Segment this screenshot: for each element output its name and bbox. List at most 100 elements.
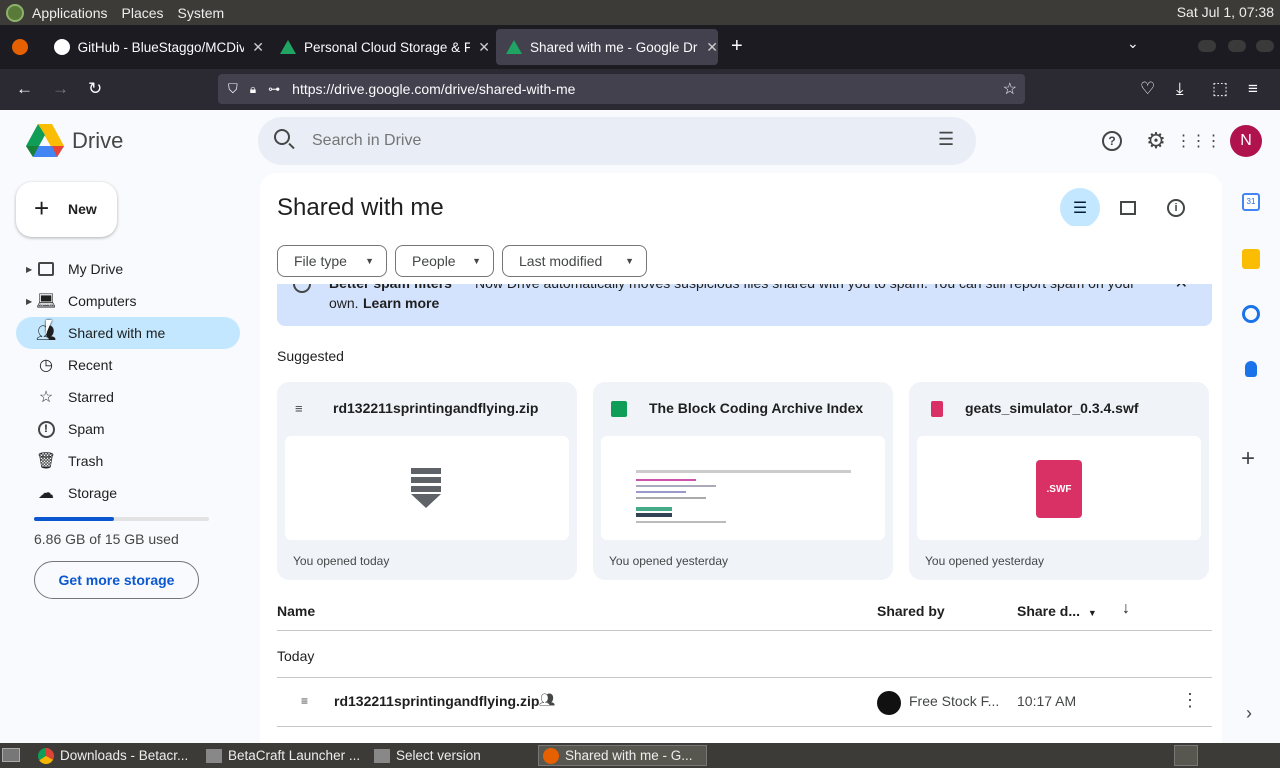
back-arrow-icon[interactable]: ← xyxy=(16,80,33,98)
plus-icon: + xyxy=(34,193,50,223)
shield-icon[interactable]: ⛉ xyxy=(228,81,238,97)
help-button[interactable]: ? xyxy=(1092,121,1132,161)
add-addon-plus-icon[interactable]: + xyxy=(1241,445,1255,473)
tab-shared-with-me[interactable]: Shared with me - Google Dr ✕ xyxy=(496,29,718,65)
drive-logo[interactable]: Drive xyxy=(26,124,136,158)
my-drive-icon xyxy=(36,259,56,279)
show-desktop-icon[interactable] xyxy=(2,748,20,762)
clock[interactable]: Sat Jul 1, 07:38 xyxy=(1177,4,1274,20)
search-bar[interactable]: ☰ xyxy=(258,117,976,165)
search-input[interactable] xyxy=(312,129,912,153)
close-icon[interactable]: ✕ xyxy=(478,39,490,56)
chip-label: File type xyxy=(294,253,347,269)
account-avatar[interactable]: N xyxy=(1230,125,1262,157)
suggested-card[interactable]: ≡ rd132211sprintingandflying.zip You ope… xyxy=(277,382,577,580)
people-filter[interactable]: People ▼ xyxy=(395,245,494,277)
tasks-icon[interactable] xyxy=(1242,305,1260,323)
hamburger-menu-icon[interactable]: ≡ xyxy=(1248,80,1258,98)
settings-button[interactable]: ⚙ xyxy=(1136,121,1176,161)
tab-github[interactable]: GitHub - BlueStaggo/MCDiv ✕ xyxy=(44,29,264,65)
keep-icon[interactable] xyxy=(1242,249,1260,269)
expand-caret-icon[interactable]: ▶ xyxy=(26,265,32,274)
close-icon[interactable]: ✕ xyxy=(252,39,264,56)
system-menu[interactable]: System xyxy=(178,5,225,21)
learn-more-link[interactable]: Learn more xyxy=(363,295,439,311)
sidebar-item-spam[interactable]: ! Spam xyxy=(16,413,240,445)
dropdown-arrow-icon: ▼ xyxy=(625,256,634,266)
tab-title: Personal Cloud Storage & Fi xyxy=(304,39,471,55)
window-maximize-button[interactable] xyxy=(1228,40,1246,52)
sheets-icon xyxy=(611,401,627,417)
expand-caret-icon[interactable]: ▶ xyxy=(26,297,32,306)
window-minimize-button[interactable] xyxy=(1198,40,1216,52)
file-type-filter[interactable]: File type ▼ xyxy=(277,245,387,277)
get-more-storage-button[interactable]: Get more storage xyxy=(34,561,199,599)
downloads-icon[interactable]: ⤓ xyxy=(1176,80,1184,98)
apps-button[interactable]: ⋮⋮⋮ xyxy=(1176,121,1222,161)
filter-button[interactable]: ☰ xyxy=(1060,188,1100,228)
lock-icon[interactable]: 🔒︎ xyxy=(250,82,256,97)
name-column-header[interactable]: Name xyxy=(277,603,315,619)
sidebar-item-storage[interactable]: ☁︎ Storage xyxy=(16,477,240,509)
forward-arrow-icon[interactable]: → xyxy=(52,80,69,98)
suggested-card[interactable]: geats_simulator_0.3.4.swf .SWF You opene… xyxy=(909,382,1209,580)
search-icon[interactable] xyxy=(274,129,290,145)
url-text[interactable]: https://drive.google.com/drive/shared-wi… xyxy=(292,81,575,97)
computers-icon: 💻︎ xyxy=(35,293,57,310)
new-button[interactable]: + New xyxy=(16,182,117,237)
dropdown-arrow-icon: ▼ xyxy=(365,256,374,266)
places-menu[interactable]: Places xyxy=(122,5,164,21)
filter-icon: ☰ xyxy=(1072,200,1088,217)
taskbar-item-title: Select version xyxy=(396,748,481,763)
drive-app: Drive ☰ ? ⚙ ⋮⋮⋮ N + New ▶ My Drive ▶ 💻︎ … xyxy=(0,110,1280,743)
sidebar-item-starred[interactable]: ☆ Starred xyxy=(16,381,240,413)
drive-logo-text: Drive xyxy=(72,128,124,153)
new-tab-plus-icon[interactable]: + xyxy=(731,35,743,58)
taskbar-item-downloads[interactable]: Downloads - Betacr... xyxy=(38,745,203,766)
calendar-icon[interactable]: 31 xyxy=(1242,193,1260,211)
list-tabs-chevron-icon[interactable]: ⌄ xyxy=(1127,35,1139,52)
close-icon[interactable]: ✕ xyxy=(706,39,718,56)
shared-by-column-header[interactable]: Shared by xyxy=(877,603,945,619)
grid-view-button[interactable] xyxy=(1108,188,1148,228)
details-button[interactable]: i xyxy=(1156,188,1196,228)
tab-personal-cloud[interactable]: Personal Cloud Storage & Fi ✕ xyxy=(270,29,490,65)
firefox-view-icon[interactable] xyxy=(12,39,28,55)
sort-arrow-icon[interactable]: ↓ xyxy=(1122,600,1130,618)
sidebar-item-my-drive[interactable]: ▶ My Drive xyxy=(16,253,240,285)
contacts-icon[interactable] xyxy=(1245,361,1257,377)
url-bar[interactable]: ⛉ 🔒︎ ⊶ https://drive.google.com/drive/sh… xyxy=(218,74,1025,104)
dropdown-arrow-icon: ▼ xyxy=(1087,608,1097,618)
divider xyxy=(277,726,1212,727)
pocket-icon[interactable]: ♡ xyxy=(1140,80,1155,98)
taskbar-item-betacraft[interactable]: BetaCraft Launcher ... xyxy=(206,745,371,766)
applications-menu[interactable]: Applications xyxy=(32,5,108,21)
table-row[interactable]: ≡ rd132211sprintingandflying.zip 👥︎ Free… xyxy=(277,678,1212,726)
storage-used-text: 6.86 GB of 15 GB used xyxy=(34,531,179,547)
taskbar-item-firefox[interactable]: Shared with me - G... xyxy=(538,745,707,766)
share-date-column-header[interactable]: Share d... ▼ xyxy=(1017,603,1097,619)
firefox-tray-icon[interactable] xyxy=(1174,745,1198,766)
file-thumbnail: .SWF xyxy=(917,436,1201,540)
sidebar-item-label: Storage xyxy=(68,485,118,501)
storage-bar-fill xyxy=(34,517,114,521)
window-close-button[interactable] xyxy=(1256,40,1274,52)
reload-icon[interactable]: ↻ xyxy=(88,80,102,98)
extensions-icon[interactable]: ⬚ xyxy=(1212,80,1228,98)
taskbar-item-select-version[interactable]: Select version xyxy=(374,745,539,766)
bookmark-star-icon[interactable]: ☆ xyxy=(1003,79,1017,99)
expand-panel-chevron-icon[interactable]: › xyxy=(1246,703,1252,724)
sidebar-item-trash[interactable]: 🗑︎ Trash xyxy=(16,445,240,477)
suggested-card-title: The Block Coding Archive Index xyxy=(649,400,864,416)
search-options-icon[interactable]: ☰ xyxy=(938,129,954,150)
last-modified-filter[interactable]: Last modified ▼ xyxy=(502,245,647,277)
storage-bar xyxy=(34,517,209,521)
system-logo-icon[interactable] xyxy=(6,3,24,22)
sidebar-item-recent[interactable]: ◷ Recent xyxy=(16,349,240,381)
get-more-storage-label: Get more storage xyxy=(58,572,175,588)
permissions-icon[interactable]: ⊶ xyxy=(268,82,280,96)
more-actions-icon[interactable]: ⋮ xyxy=(1181,690,1199,711)
suggested-card[interactable]: The Block Coding Archive Index You opene… xyxy=(593,382,893,580)
sidebar-item-label: My Drive xyxy=(68,261,124,277)
sidebar-item-computers[interactable]: ▶ 💻︎ Computers xyxy=(16,285,240,317)
